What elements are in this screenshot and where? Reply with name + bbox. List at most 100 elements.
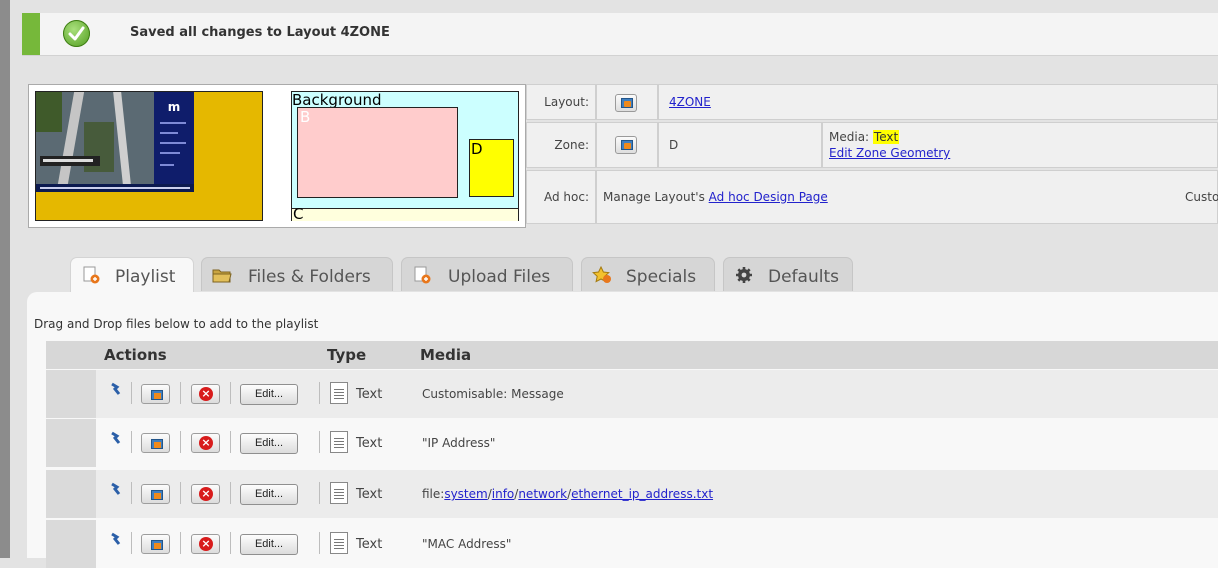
zone-d[interactable]: D bbox=[469, 139, 514, 197]
row-drag-handle[interactable] bbox=[46, 419, 96, 467]
delete-icon: × bbox=[199, 436, 213, 450]
table-row[interactable]: × Edit... Text "IP Address" bbox=[46, 419, 1218, 467]
document-add-icon bbox=[83, 266, 100, 284]
tab-defaults[interactable]: Defaults bbox=[723, 257, 853, 291]
column-media: Media bbox=[420, 346, 472, 364]
layout-label: Layout: bbox=[526, 84, 596, 120]
tab-playlist[interactable]: Playlist bbox=[70, 257, 194, 295]
adhoc-design-page-link[interactable]: Ad hoc Design Page bbox=[709, 190, 828, 204]
zone-value: D bbox=[658, 122, 822, 168]
column-type: Type bbox=[327, 346, 367, 364]
delete-icon: × bbox=[199, 537, 213, 551]
zone-map: Background B D C bbox=[291, 91, 519, 223]
text-file-icon bbox=[330, 431, 348, 453]
path-segment-info[interactable]: info bbox=[492, 487, 515, 501]
row-type: Text bbox=[356, 537, 383, 552]
move-icon[interactable] bbox=[110, 431, 124, 445]
notification-accent-bar bbox=[22, 13, 40, 55]
media-value: Text bbox=[872, 130, 900, 144]
layout-thumbnail[interactable]: m bbox=[35, 91, 263, 221]
layout-preview: m Background B D C bbox=[28, 84, 526, 228]
save-notification: Saved all changes to Layout 4ZONE bbox=[22, 13, 1218, 56]
layout-link[interactable]: 4ZONE bbox=[669, 95, 711, 109]
move-icon[interactable] bbox=[110, 382, 124, 396]
tab-files-folders[interactable]: Files & Folders bbox=[201, 257, 393, 291]
layout-properties-button[interactable] bbox=[615, 94, 637, 112]
zone-button-cell bbox=[596, 122, 658, 168]
row-delete-button[interactable]: × bbox=[191, 484, 220, 504]
tab-specials[interactable]: Specials bbox=[581, 257, 715, 291]
layout-properties: Layout: 4ZONE Zone: D Media: Text Edit Z… bbox=[526, 84, 1218, 226]
layout-value-cell: 4ZONE bbox=[658, 84, 1218, 120]
gear-icon bbox=[736, 267, 752, 283]
zone-c-label: C bbox=[293, 205, 304, 223]
row-media-path: file:system/info/network/ethernet_ip_add… bbox=[422, 487, 714, 501]
path-segment-system[interactable]: system bbox=[444, 487, 487, 501]
column-actions: Actions bbox=[104, 346, 167, 364]
star-icon bbox=[592, 266, 611, 283]
thumbnail-map-image bbox=[36, 92, 154, 184]
row-edit-button[interactable]: Edit... bbox=[240, 384, 298, 405]
notification-message: Saved all changes to Layout 4ZONE bbox=[130, 25, 390, 40]
delete-icon: × bbox=[199, 387, 213, 401]
folder-icon bbox=[212, 269, 232, 283]
adhoc-custom-text: Custom bbox=[1185, 190, 1218, 204]
zone-label: Zone: bbox=[526, 122, 596, 168]
row-delete-button[interactable]: × bbox=[191, 534, 220, 554]
move-icon[interactable] bbox=[110, 482, 124, 496]
row-properties-button[interactable] bbox=[141, 433, 170, 453]
table-row[interactable]: × Edit... Text file:system/info/network/… bbox=[46, 470, 1218, 518]
zone-d-label: D bbox=[471, 140, 483, 158]
adhoc-prefix: Manage Layout's bbox=[603, 190, 705, 204]
row-delete-button[interactable]: × bbox=[191, 384, 220, 404]
window-left-edge bbox=[0, 0, 10, 558]
media-label: Media: bbox=[829, 130, 870, 144]
row-drag-handle[interactable] bbox=[46, 520, 96, 568]
path-segment-file[interactable]: ethernet_ip_address.txt bbox=[571, 487, 713, 501]
zone-b-label: B bbox=[300, 108, 311, 126]
edit-zone-geometry-link[interactable]: Edit Zone Geometry bbox=[829, 146, 950, 160]
table-row[interactable]: × Edit... Text "MAC Address" bbox=[46, 520, 1218, 568]
upload-file-icon bbox=[414, 266, 431, 284]
text-file-icon bbox=[330, 532, 348, 554]
row-properties-button[interactable] bbox=[141, 484, 170, 504]
row-media: Customisable: Message bbox=[422, 387, 564, 401]
row-media: "MAC Address" bbox=[422, 537, 512, 551]
adhoc-cell: Manage Layout's Ad hoc Design Page Custo… bbox=[596, 170, 1218, 224]
adhoc-label: Ad hoc: bbox=[526, 170, 596, 224]
text-file-icon bbox=[330, 482, 348, 504]
check-icon bbox=[63, 20, 90, 47]
row-type: Text bbox=[356, 387, 383, 402]
row-properties-button[interactable] bbox=[141, 534, 170, 554]
row-edit-button[interactable]: Edit... bbox=[240, 433, 298, 454]
tab-upload-files-label: Upload Files bbox=[448, 267, 551, 287]
row-drag-handle[interactable] bbox=[46, 470, 96, 518]
thumbnail-sidebar: m bbox=[154, 92, 194, 184]
playlist-hint: Drag and Drop files below to add to the … bbox=[34, 317, 319, 331]
media-prefix: file: bbox=[422, 487, 445, 501]
playlist-header: Actions Type Media bbox=[46, 341, 1218, 369]
tab-specials-label: Specials bbox=[626, 267, 697, 287]
zone-c[interactable]: C bbox=[292, 205, 518, 223]
table-row[interactable]: × Edit... Text Customisable: Message bbox=[46, 370, 1218, 418]
path-segment-network[interactable]: network bbox=[518, 487, 567, 501]
layout-button-cell bbox=[596, 84, 658, 120]
zone-b[interactable]: B bbox=[297, 107, 458, 198]
row-media: "IP Address" bbox=[422, 436, 496, 450]
tab-files-folders-label: Files & Folders bbox=[248, 267, 371, 287]
text-file-icon bbox=[330, 382, 348, 404]
row-properties-button[interactable] bbox=[141, 384, 170, 404]
move-icon[interactable] bbox=[110, 532, 124, 546]
tab-defaults-label: Defaults bbox=[768, 267, 839, 287]
row-type: Text bbox=[356, 487, 383, 502]
row-delete-button[interactable]: × bbox=[191, 433, 220, 453]
delete-icon: × bbox=[199, 487, 213, 501]
row-drag-handle[interactable] bbox=[46, 370, 96, 418]
row-type: Text bbox=[356, 436, 383, 451]
thumbnail-logo: m bbox=[167, 100, 181, 114]
thumbnail-ticker bbox=[36, 184, 194, 192]
tab-upload-files[interactable]: Upload Files bbox=[401, 257, 573, 291]
row-edit-button[interactable]: Edit... bbox=[240, 534, 298, 555]
zone-properties-button[interactable] bbox=[615, 136, 637, 154]
row-edit-button[interactable]: Edit... bbox=[240, 484, 298, 505]
